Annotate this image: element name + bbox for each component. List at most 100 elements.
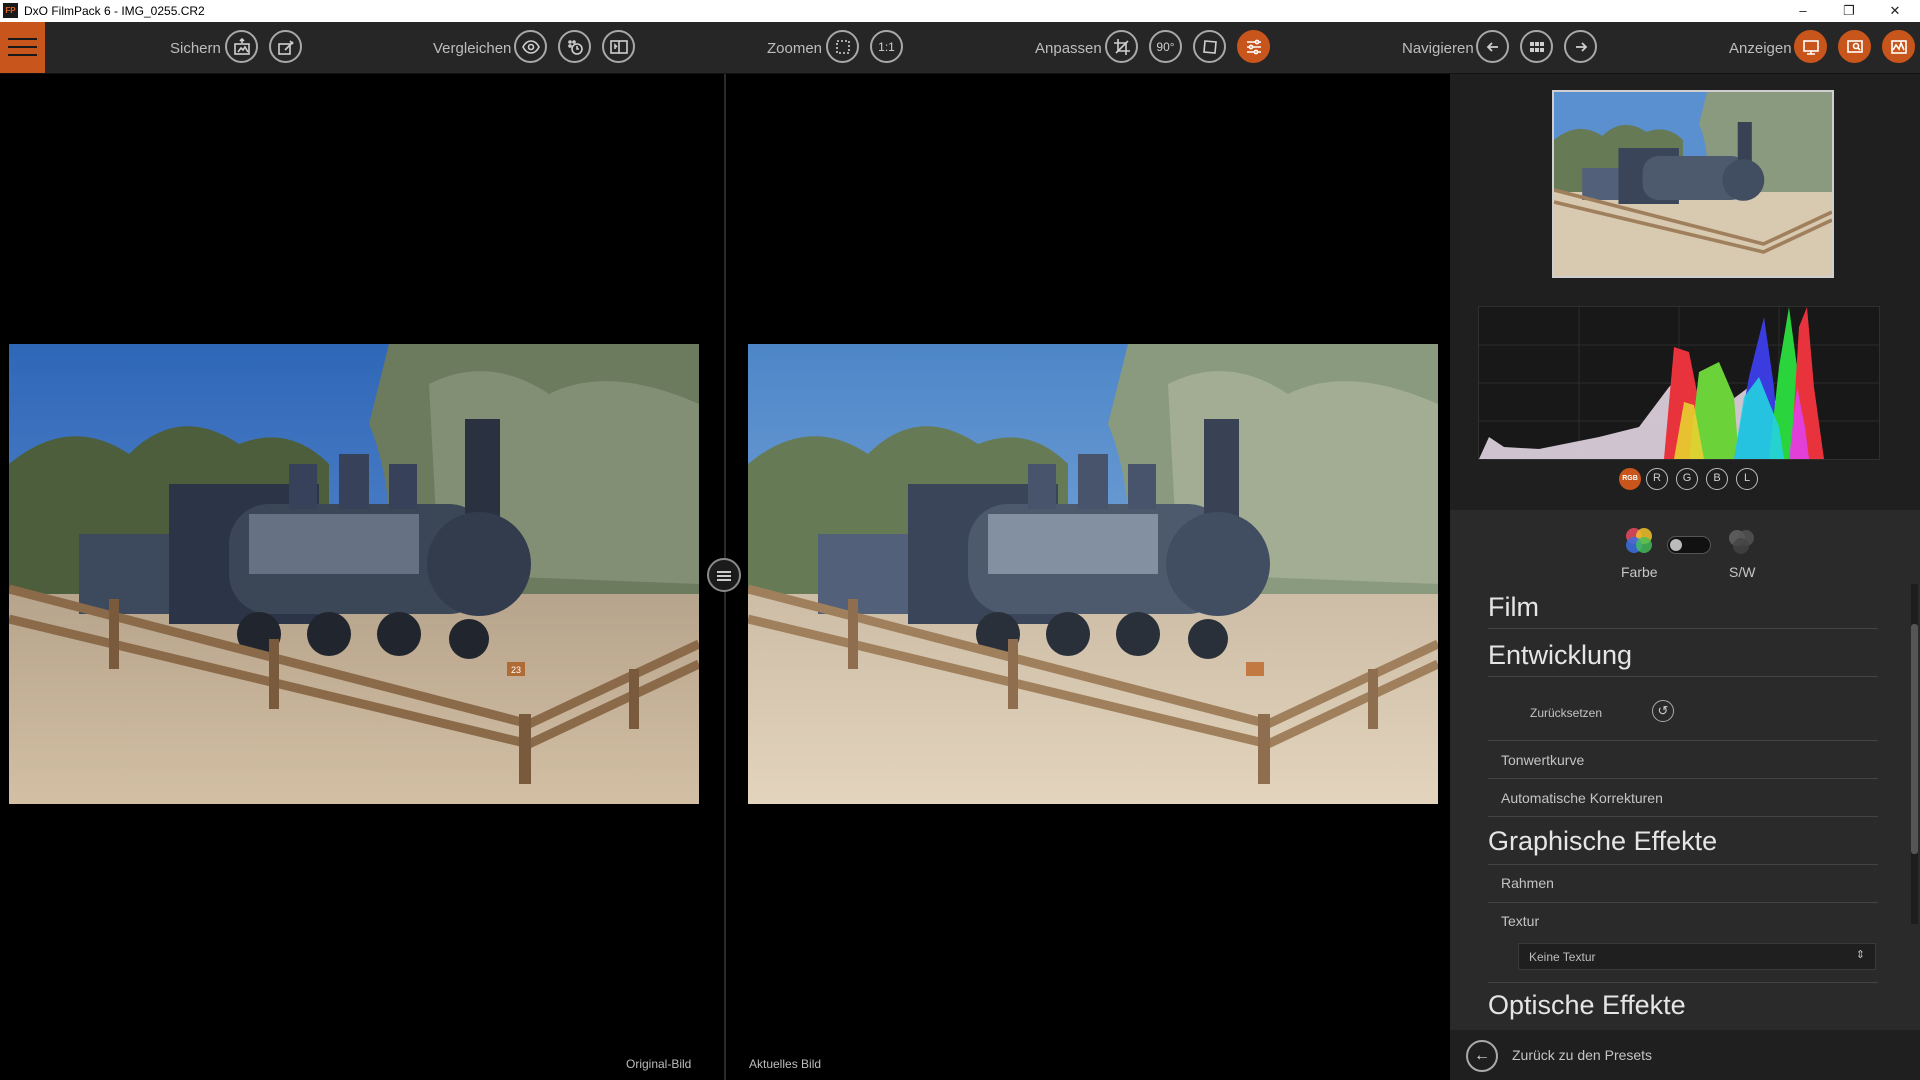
arrow-left-icon: ← bbox=[1474, 1047, 1490, 1064]
main-toolbar: Sichern Vergleichen Zoomen 1:1 Anpassen … bbox=[0, 22, 1920, 74]
bw-mode-label[interactable]: S/W bbox=[1729, 564, 1755, 580]
locomotive-photo-original: 23 bbox=[9, 344, 699, 804]
divider bbox=[1488, 902, 1878, 903]
previous-image-button[interactable] bbox=[1476, 30, 1509, 63]
maximize-button[interactable]: ❐ bbox=[1826, 0, 1872, 22]
divider bbox=[1488, 740, 1878, 741]
divider bbox=[1488, 864, 1878, 865]
original-image-caption: Original-Bild bbox=[626, 1057, 692, 1071]
split-compare-icon bbox=[609, 39, 628, 54]
scrollbar-thumb[interactable] bbox=[1911, 624, 1918, 854]
eye-icon bbox=[521, 39, 540, 54]
grid-view-button[interactable] bbox=[1520, 30, 1553, 63]
bw-mode-icon bbox=[1729, 530, 1754, 554]
divider bbox=[1488, 778, 1878, 779]
compare-group-label: Vergleichen bbox=[433, 40, 512, 57]
split-handle-button[interactable] bbox=[707, 558, 741, 592]
navigator-thumbnail[interactable] bbox=[1552, 90, 1834, 278]
export-edit-icon bbox=[277, 39, 294, 55]
color-mode-icon bbox=[1626, 528, 1652, 553]
window-title: DxO FilmPack 6 - IMG_0255.CR2 bbox=[24, 4, 205, 18]
next-image-button[interactable] bbox=[1564, 30, 1597, 63]
section-development[interactable]: Entwicklung bbox=[1488, 640, 1632, 671]
back-to-presets-label[interactable]: Zurück zu den Presets bbox=[1512, 1047, 1652, 1063]
zoom-fit-button[interactable] bbox=[826, 30, 859, 63]
right-panel: RGB R G B L Farbe S/W Film Entwicklung Z… bbox=[1450, 74, 1920, 1080]
histogram-blue-button[interactable]: B bbox=[1706, 468, 1728, 490]
color-bw-switch: Farbe S/W bbox=[1450, 510, 1920, 580]
updown-arrows-icon: ⇕ bbox=[1855, 949, 1865, 961]
section-film[interactable]: Film bbox=[1488, 592, 1539, 623]
dots-clock-icon bbox=[567, 39, 583, 55]
panel-footer: ← Zurück zu den Presets bbox=[1450, 1030, 1920, 1080]
crop-icon bbox=[1113, 38, 1130, 55]
section-optical-effects[interactable]: Optische Effekte bbox=[1488, 990, 1686, 1021]
preview-original-button[interactable] bbox=[514, 30, 547, 63]
histogram-toggle-button[interactable] bbox=[1882, 30, 1915, 63]
locomotive-photo-current bbox=[748, 344, 1438, 804]
divider bbox=[1488, 982, 1878, 983]
fit-to-screen-icon bbox=[835, 39, 850, 54]
divider bbox=[1488, 816, 1878, 817]
navigator-histogram-area: RGB R G B L bbox=[1450, 74, 1920, 510]
texture-select[interactable]: Keine Textur ⇕ bbox=[1518, 943, 1876, 970]
save-image-icon bbox=[233, 37, 250, 55]
compare-history-button[interactable] bbox=[558, 30, 591, 63]
straighten-button[interactable] bbox=[1193, 30, 1226, 63]
histogram-luminance-button[interactable]: L bbox=[1736, 468, 1758, 490]
histogram bbox=[1478, 306, 1880, 460]
histogram-graph bbox=[1479, 307, 1879, 459]
texture-select-value: Keine Textur bbox=[1529, 950, 1596, 964]
split-view-button[interactable] bbox=[602, 30, 635, 63]
item-auto-corrections[interactable]: Automatische Korrekturen bbox=[1501, 790, 1663, 806]
fullscreen-view-button[interactable] bbox=[1794, 30, 1827, 63]
histogram-icon bbox=[1890, 39, 1907, 54]
rotate-button[interactable]: 90° bbox=[1149, 30, 1182, 63]
app-icon: FP bbox=[3, 3, 18, 18]
item-tone-curve[interactable]: Tonwertkurve bbox=[1501, 752, 1584, 768]
section-graphic-effects[interactable]: Graphische Effekte bbox=[1488, 826, 1717, 857]
current-image[interactable] bbox=[748, 344, 1438, 804]
zoom-100-button[interactable]: 1:1 bbox=[870, 30, 903, 63]
export-image-button[interactable] bbox=[269, 30, 302, 63]
image-viewer: 23 Original-Bild Aktuelles Bild bbox=[0, 74, 1450, 1080]
sliders-icon bbox=[1246, 39, 1261, 54]
reset-button[interactable]: ↺ bbox=[1652, 700, 1674, 722]
title-bar: FP DxO FilmPack 6 - IMG_0255.CR2 – ❐ ✕ bbox=[0, 0, 1920, 22]
loupe-toggle-button[interactable] bbox=[1838, 30, 1871, 63]
back-to-presets-button[interactable]: ← bbox=[1466, 1040, 1498, 1072]
minimize-button[interactable]: – bbox=[1780, 0, 1826, 22]
navigate-group-label: Navigieren bbox=[1402, 40, 1474, 57]
arrow-right-icon bbox=[1575, 41, 1587, 52]
monitor-icon bbox=[1802, 39, 1819, 55]
item-texture[interactable]: Textur bbox=[1501, 913, 1539, 929]
undo-icon: ↺ bbox=[1657, 703, 1669, 718]
reset-label: Zurücksetzen bbox=[1530, 706, 1603, 720]
histogram-green-button[interactable]: G bbox=[1676, 468, 1698, 490]
crop-button[interactable] bbox=[1105, 30, 1138, 63]
color-bw-toggle[interactable] bbox=[1667, 536, 1711, 554]
histogram-rgb-button[interactable]: RGB bbox=[1619, 468, 1641, 490]
zoom-group-label: Zoomen bbox=[767, 40, 823, 57]
arrow-left-icon bbox=[1486, 41, 1498, 52]
thumbnail-photo bbox=[1554, 92, 1832, 276]
histogram-red-button[interactable]: R bbox=[1646, 468, 1668, 490]
divider bbox=[1488, 628, 1878, 629]
save-image-button[interactable] bbox=[225, 30, 258, 63]
loupe-icon bbox=[1846, 39, 1863, 53]
panel-scrollbar[interactable] bbox=[1911, 584, 1918, 924]
save-group-label: Sichern bbox=[170, 40, 221, 57]
divider bbox=[1488, 676, 1878, 677]
display-group-label: Anzeigen bbox=[1729, 40, 1792, 57]
settings-panel-button[interactable] bbox=[1237, 30, 1270, 63]
loco-number-plate: 23 bbox=[511, 665, 521, 675]
current-image-caption: Aktuelles Bild bbox=[749, 1057, 822, 1071]
original-image[interactable]: 23 bbox=[9, 344, 699, 804]
color-mode-label[interactable]: Farbe bbox=[1621, 564, 1658, 580]
straighten-icon bbox=[1202, 39, 1217, 54]
close-button[interactable]: ✕ bbox=[1872, 0, 1918, 22]
adjust-group-label: Anpassen bbox=[1035, 40, 1102, 57]
hamburger-menu-button[interactable] bbox=[0, 22, 45, 73]
grid-icon bbox=[1529, 41, 1544, 52]
item-frames[interactable]: Rahmen bbox=[1501, 875, 1554, 891]
